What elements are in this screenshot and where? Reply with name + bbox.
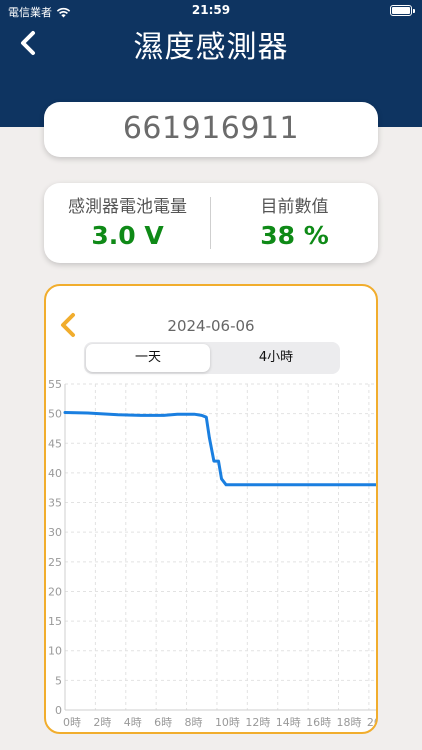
- y-tick-label: 55: [48, 378, 62, 391]
- y-tick-label: 15: [48, 615, 62, 628]
- chart-card: 2024-06-06 一天 4小時 0 5 10 15 20 25 30 35 40 45 50 55…: [44, 284, 378, 734]
- y-tick-label: 35: [48, 497, 62, 510]
- current-value-stat: 目前數值 38 %: [211, 183, 378, 263]
- battery-label: 感測器電池電量: [68, 197, 187, 217]
- status-bar: 電信業者 21:59: [0, 0, 422, 22]
- x-tick-label: 4時: [124, 716, 142, 729]
- y-tick-label: 50: [48, 408, 62, 421]
- current-value: 38 %: [260, 221, 329, 250]
- battery-stat: 感測器電池電量 3.0 V: [44, 183, 211, 263]
- stats-card: 感測器電池電量 3.0 V 目前數值 38 %: [44, 183, 378, 263]
- x-tick-label: 0時: [63, 716, 81, 729]
- x-tick-label: 12時: [245, 716, 270, 729]
- x-tick-label: 14時: [276, 716, 301, 729]
- page-title: 濕度感測器: [133, 30, 289, 65]
- x-tick-label: 6時: [154, 716, 172, 729]
- y-tick-label: 20: [48, 585, 62, 598]
- x-tick-label: 2時: [93, 716, 111, 729]
- series-line: [63, 411, 376, 487]
- x-tick-label: 10時: [215, 716, 240, 729]
- status-time: 21:59: [191, 3, 231, 17]
- battery-icon: [390, 5, 415, 16]
- x-tick-label: 8時: [185, 716, 203, 729]
- y-tick-label: 0: [55, 704, 62, 717]
- y-tick-label: 10: [48, 645, 62, 658]
- y-tick-label: 40: [48, 467, 62, 480]
- x-tick-label: 18時: [336, 716, 361, 729]
- y-tick-label: 30: [48, 526, 62, 539]
- battery-value: 3.0 V: [91, 221, 164, 250]
- current-value-label: 目前數值: [260, 197, 329, 217]
- y-tick-label: 5: [55, 674, 62, 687]
- x-tick-label: 16時: [306, 716, 331, 729]
- device-id-card: 661916911: [44, 102, 378, 157]
- y-tick-label: 45: [48, 437, 62, 450]
- humidity-line-chart: 0 5 10 15 20 25 30 35 40 45 50 55 0時 2時 4時 6時 8時 10時 12時 14…: [48, 378, 376, 729]
- device-id: 661916911: [122, 111, 300, 146]
- y-tick-label: 25: [48, 556, 62, 569]
- x-tick-label: 20時: [367, 716, 376, 729]
